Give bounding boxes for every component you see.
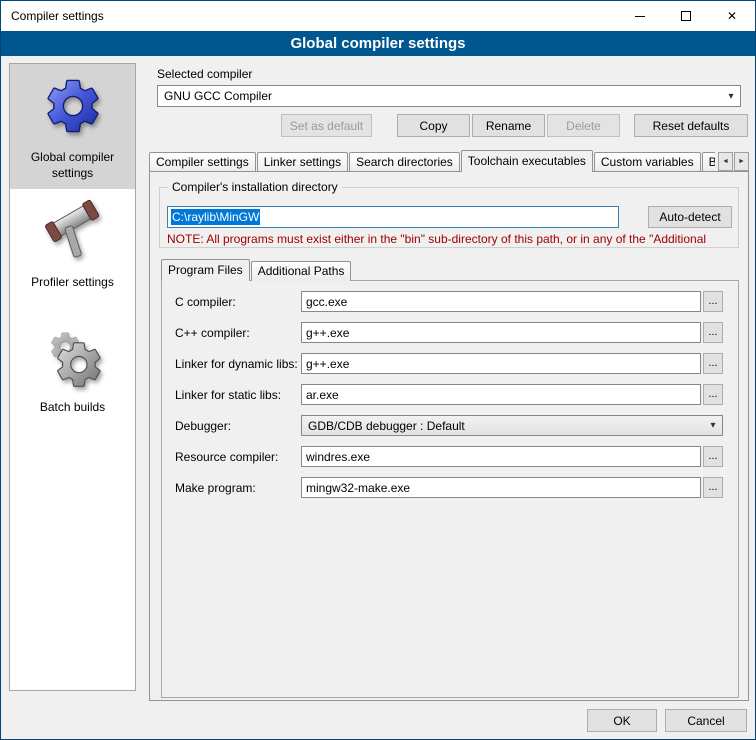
tab-search-directories[interactable]: Search directories — [349, 152, 460, 172]
auto-detect-button[interactable]: Auto-detect — [648, 206, 732, 228]
window-title: Compiler settings — [1, 9, 104, 23]
bin-subdirectory-note: NOTE: All programs must exist either in … — [167, 232, 739, 246]
linker-dynamic-input[interactable] — [301, 353, 701, 374]
minimize-icon — [635, 16, 645, 17]
sidebar-item-label: Profiler settings — [31, 275, 114, 291]
tab-program-files[interactable]: Program Files — [161, 259, 250, 281]
chevron-down-icon: ▾ — [704, 420, 722, 431]
compiler-settings-dialog: Compiler settings ✕ Global compiler sett… — [0, 0, 756, 740]
copy-button[interactable]: Copy — [397, 114, 470, 137]
hammer-icon — [41, 199, 105, 263]
sidebar-item-profiler-settings[interactable]: Profiler settings — [10, 189, 135, 314]
sidebar-item-batch-builds[interactable]: Batch builds — [10, 314, 135, 439]
blue-gear-icon — [41, 74, 105, 138]
gray-gears-icon — [41, 324, 105, 388]
c-compiler-input[interactable] — [301, 291, 701, 312]
cpp-compiler-label: C++ compiler: — [175, 326, 250, 340]
minimize-button[interactable] — [617, 1, 663, 31]
settings-category-sidebar: Global compiler settings Profiler settin… — [9, 63, 136, 691]
tab-scroll-left-button[interactable]: ◄ — [718, 152, 733, 171]
ok-button[interactable]: OK — [587, 709, 657, 732]
linker-dynamic-label: Linker for dynamic libs: — [175, 357, 298, 371]
sidebar-item-label: Batch builds — [40, 400, 105, 416]
arrow-left-icon: ◄ — [722, 158, 729, 165]
linker-dynamic-browse-button[interactable]: ... — [703, 353, 723, 374]
resource-compiler-label: Resource compiler: — [175, 450, 278, 464]
debugger-label: Debugger: — [175, 419, 231, 433]
tab-build-options-truncated[interactable]: Buil — [702, 152, 715, 172]
resource-compiler-input[interactable] — [301, 446, 701, 467]
tab-scroll-right-button[interactable]: ► — [734, 152, 749, 171]
reset-defaults-button[interactable]: Reset defaults — [634, 114, 748, 137]
sidebar-item-label: Global compiler settings — [16, 150, 129, 181]
close-icon: ✕ — [727, 10, 737, 22]
cpp-compiler-browse-button[interactable]: ... — [703, 322, 723, 343]
rename-button[interactable]: Rename — [472, 114, 545, 137]
settings-tab-strip: Compiler settings Linker settings Search… — [149, 150, 715, 172]
selected-compiler-label: Selected compiler — [157, 67, 252, 81]
debugger-dropdown[interactable]: GDB/CDB debugger : Default ▾ — [301, 415, 723, 436]
tab-compiler-settings[interactable]: Compiler settings — [149, 152, 256, 172]
program-files-tab-strip: Program Files Additional Paths — [161, 259, 352, 281]
set-as-default-button: Set as default — [281, 114, 372, 137]
cpp-compiler-input[interactable] — [301, 322, 701, 343]
selected-compiler-dropdown[interactable]: GNU GCC Compiler ▾ — [157, 85, 741, 107]
delete-button: Delete — [547, 114, 620, 137]
linker-static-input[interactable] — [301, 384, 701, 405]
chevron-down-icon: ▾ — [722, 91, 740, 102]
make-program-label: Make program: — [175, 481, 256, 495]
c-compiler-browse-button[interactable]: ... — [703, 291, 723, 312]
tab-custom-variables[interactable]: Custom variables — [594, 152, 701, 172]
debugger-value: GDB/CDB debugger : Default — [308, 419, 465, 433]
maximize-icon — [681, 11, 691, 21]
cancel-button[interactable]: Cancel — [665, 709, 747, 732]
title-bar: Compiler settings ✕ — [1, 1, 755, 31]
installation-directory-group-title: Compiler's installation directory — [168, 180, 342, 194]
linker-static-label: Linker for static libs: — [175, 388, 281, 402]
arrow-right-icon: ► — [738, 158, 745, 165]
linker-static-browse-button[interactable]: ... — [703, 384, 723, 405]
tab-linker-settings[interactable]: Linker settings — [257, 152, 348, 172]
selected-compiler-value: GNU GCC Compiler — [164, 89, 272, 103]
selected-text: C:\raylib\MinGW — [171, 209, 260, 225]
close-button[interactable]: ✕ — [709, 1, 755, 31]
dialog-header: Global compiler settings — [1, 31, 755, 56]
sidebar-item-global-compiler-settings[interactable]: Global compiler settings — [10, 64, 135, 189]
caption-buttons: ✕ — [617, 1, 755, 31]
tab-toolchain-executables[interactable]: Toolchain executables — [461, 150, 593, 172]
make-program-browse-button[interactable]: ... — [703, 477, 723, 498]
maximize-button[interactable] — [663, 1, 709, 31]
make-program-input[interactable] — [301, 477, 701, 498]
c-compiler-label: C compiler: — [175, 295, 236, 309]
installation-directory-input[interactable]: C:\raylib\MinGW — [167, 206, 619, 228]
resource-compiler-browse-button[interactable]: ... — [703, 446, 723, 467]
tab-additional-paths[interactable]: Additional Paths — [251, 261, 352, 281]
